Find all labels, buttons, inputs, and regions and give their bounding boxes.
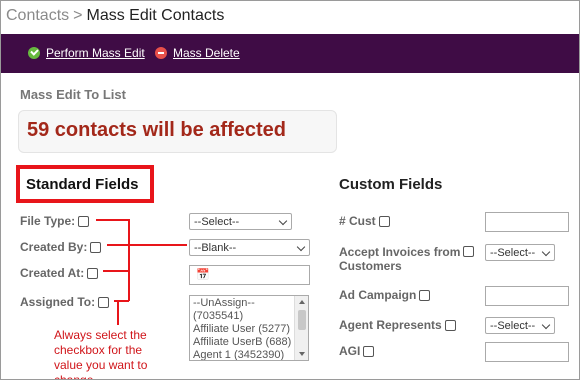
- accept-invoices-checkbox[interactable]: [463, 246, 475, 257]
- annotation-bracket: [128, 219, 130, 301]
- cust-row: # Cust: [339, 214, 390, 228]
- ad-campaign-row: Ad Campaign: [339, 288, 431, 302]
- accept-invoices-label-line1: Accept Invoices from: [339, 245, 461, 259]
- created-by-checkbox[interactable]: [90, 241, 102, 253]
- cust-checkbox[interactable]: [378, 215, 390, 227]
- affected-count-banner: 59 contacts will be affected: [18, 110, 337, 153]
- accept-invoices-label: Accept Invoices from Customers: [339, 245, 460, 273]
- list-item[interactable]: Affiliate UserB (688): [193, 336, 305, 349]
- created-at-label: Created At:: [20, 266, 85, 280]
- agi-input[interactable]: [485, 342, 569, 362]
- assigned-to-multiselect[interactable]: --UnAssign-- (7035541) Affiliate User (5…: [189, 295, 309, 361]
- created-by-select[interactable]: --Blank--: [189, 239, 310, 256]
- perform-mass-edit-button[interactable]: Perform Mass Edit: [28, 46, 145, 60]
- scroll-down-icon[interactable]: [299, 352, 305, 356]
- ad-campaign-label: Ad Campaign: [339, 288, 417, 302]
- created-at-row: Created At:: [20, 266, 99, 280]
- list-item[interactable]: (7035541): [193, 310, 305, 323]
- ad-campaign-input[interactable]: [485, 286, 569, 306]
- list-item[interactable]: Agent 1 (3452390): [193, 349, 305, 360]
- annotation-connector: [103, 270, 129, 272]
- annotation-pointer: [129, 244, 187, 246]
- created-by-row: Created By:: [20, 240, 102, 254]
- cust-input[interactable]: [485, 212, 569, 232]
- perform-mass-edit-label: Perform Mass Edit: [46, 46, 145, 60]
- annotation-connector: [107, 244, 129, 246]
- agi-label: AGI: [339, 344, 361, 358]
- agent-represents-row: Agent Represents: [339, 318, 456, 332]
- custom-fields-heading: Custom Fields: [339, 176, 443, 193]
- chevron-down-icon: [541, 320, 551, 330]
- chevron-down-icon: [296, 242, 306, 252]
- list-item[interactable]: --UnAssign--: [193, 297, 305, 310]
- created-at-date-input[interactable]: 📅: [189, 265, 310, 285]
- accept-invoices-label-line2: Customers: [339, 259, 402, 273]
- file-type-checkbox[interactable]: [78, 215, 90, 227]
- action-toolbar: Perform Mass Edit Mass Delete: [1, 34, 579, 73]
- breadcrumb: Contacts > Mass Edit Contacts: [6, 6, 224, 26]
- assigned-to-row: Assigned To:: [20, 295, 110, 309]
- annotation-note: Always select the checkbox for the value…: [54, 328, 148, 380]
- listbox-scrollbar[interactable]: [294, 296, 308, 360]
- accept-invoices-select-value: --Select--: [490, 247, 536, 259]
- ad-campaign-checkbox[interactable]: [419, 289, 431, 301]
- file-type-select[interactable]: --Select--: [189, 213, 292, 230]
- accept-invoices-select[interactable]: --Select--: [485, 244, 555, 261]
- cust-label: # Cust: [339, 214, 376, 228]
- assigned-to-label: Assigned To:: [20, 295, 96, 309]
- created-by-select-value: --Blank--: [194, 242, 237, 254]
- calendar-icon[interactable]: 📅: [196, 269, 210, 281]
- agent-represents-select-value: --Select--: [490, 320, 536, 332]
- accept-invoices-row: Accept Invoices from Customers: [339, 245, 475, 273]
- check-circle-icon: [28, 47, 40, 59]
- file-type-row: File Type:: [20, 214, 90, 228]
- chevron-down-icon: [278, 216, 288, 226]
- assigned-to-checkbox[interactable]: [98, 296, 110, 308]
- mass-delete-label: Mass Delete: [173, 46, 240, 60]
- mass-delete-button[interactable]: Mass Delete: [155, 46, 240, 60]
- breadcrumb-separator: >: [73, 7, 83, 24]
- chevron-down-icon: [541, 247, 551, 257]
- breadcrumb-contacts-link[interactable]: Contacts: [6, 7, 69, 24]
- agent-represents-label: Agent Represents: [339, 318, 442, 332]
- standard-fields-heading: Standard Fields: [26, 176, 139, 193]
- agent-represents-select[interactable]: --Select--: [485, 317, 555, 334]
- agent-represents-checkbox[interactable]: [444, 319, 456, 331]
- created-at-checkbox[interactable]: [87, 267, 99, 279]
- agi-checkbox[interactable]: [363, 345, 375, 357]
- section-subtitle: Mass Edit To List: [20, 87, 126, 102]
- created-by-label: Created By:: [20, 240, 88, 254]
- annotation-connector: [96, 219, 129, 221]
- scrollbar-thumb[interactable]: [298, 310, 306, 330]
- mass-edit-page: Contacts > Mass Edit Contacts Perform Mass…: [0, 0, 580, 380]
- agi-row: AGI: [339, 344, 375, 358]
- minus-circle-icon: [155, 47, 167, 59]
- list-item[interactable]: Affiliate User (5277): [193, 323, 305, 336]
- file-type-label: File Type:: [20, 214, 76, 228]
- annotation-pointer: [117, 301, 119, 325]
- page-title: Mass Edit Contacts: [86, 7, 225, 24]
- file-type-select-value: --Select--: [194, 216, 240, 228]
- scroll-up-icon[interactable]: [299, 300, 305, 304]
